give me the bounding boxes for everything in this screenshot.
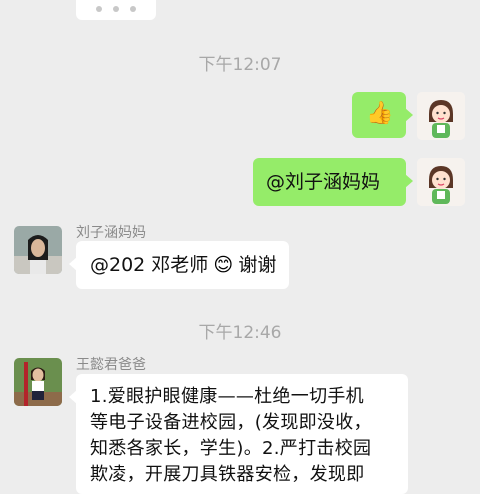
timestamp: 下午12:07 <box>198 55 282 75</box>
message-text-line: 欺凌，开展刀具铁器安检，发现即 <box>90 464 365 485</box>
my-avatar[interactable] <box>417 92 465 140</box>
child-photo-icon <box>14 358 62 406</box>
indicator-dot <box>130 6 136 12</box>
my-message-bubble[interactable]: @刘子涵妈妈 <box>253 158 413 206</box>
message-text-line: 知悉各家长，学生)。2.严打击校园 <box>90 438 372 459</box>
my-message-bubble[interactable]: 👍 <box>352 92 413 138</box>
sender-avatar[interactable] <box>14 358 62 406</box>
message-text: @202 邓老师 <box>90 254 209 276</box>
sender-name: 刘子涵妈妈 <box>76 225 146 241</box>
sender-name: 王懿君爸爸 <box>76 357 146 373</box>
sender-avatar[interactable] <box>14 226 62 274</box>
my-avatar[interactable] <box>417 158 465 206</box>
message-text-line: 等电子设备进校园，(发现即没收， <box>90 412 372 433</box>
child-photo-icon <box>14 226 62 274</box>
cartoon-girl-icon <box>417 92 465 140</box>
cartoon-girl-icon <box>417 158 465 206</box>
message-text: 谢谢 <box>238 254 277 276</box>
smile-icon: 😊 <box>213 254 234 276</box>
received-message-bubble[interactable]: 1.爱眼护眼健康——杜绝一切手机 等电子设备进校园，(发现即没收， 知悉各家长，… <box>69 374 408 494</box>
message-text-line: 1.爱眼护眼健康——杜绝一切手机 <box>90 386 364 407</box>
timestamp: 下午12:46 <box>198 323 282 343</box>
message-text: @刘子涵妈妈 <box>266 171 381 193</box>
thumbs-up-icon: 👍 <box>366 101 394 126</box>
indicator-dot <box>113 6 119 12</box>
previous-message-card[interactable] <box>76 0 156 20</box>
received-message-bubble[interactable]: @202 邓老师 😊 谢谢 <box>69 241 289 289</box>
indicator-dot <box>96 6 102 12</box>
